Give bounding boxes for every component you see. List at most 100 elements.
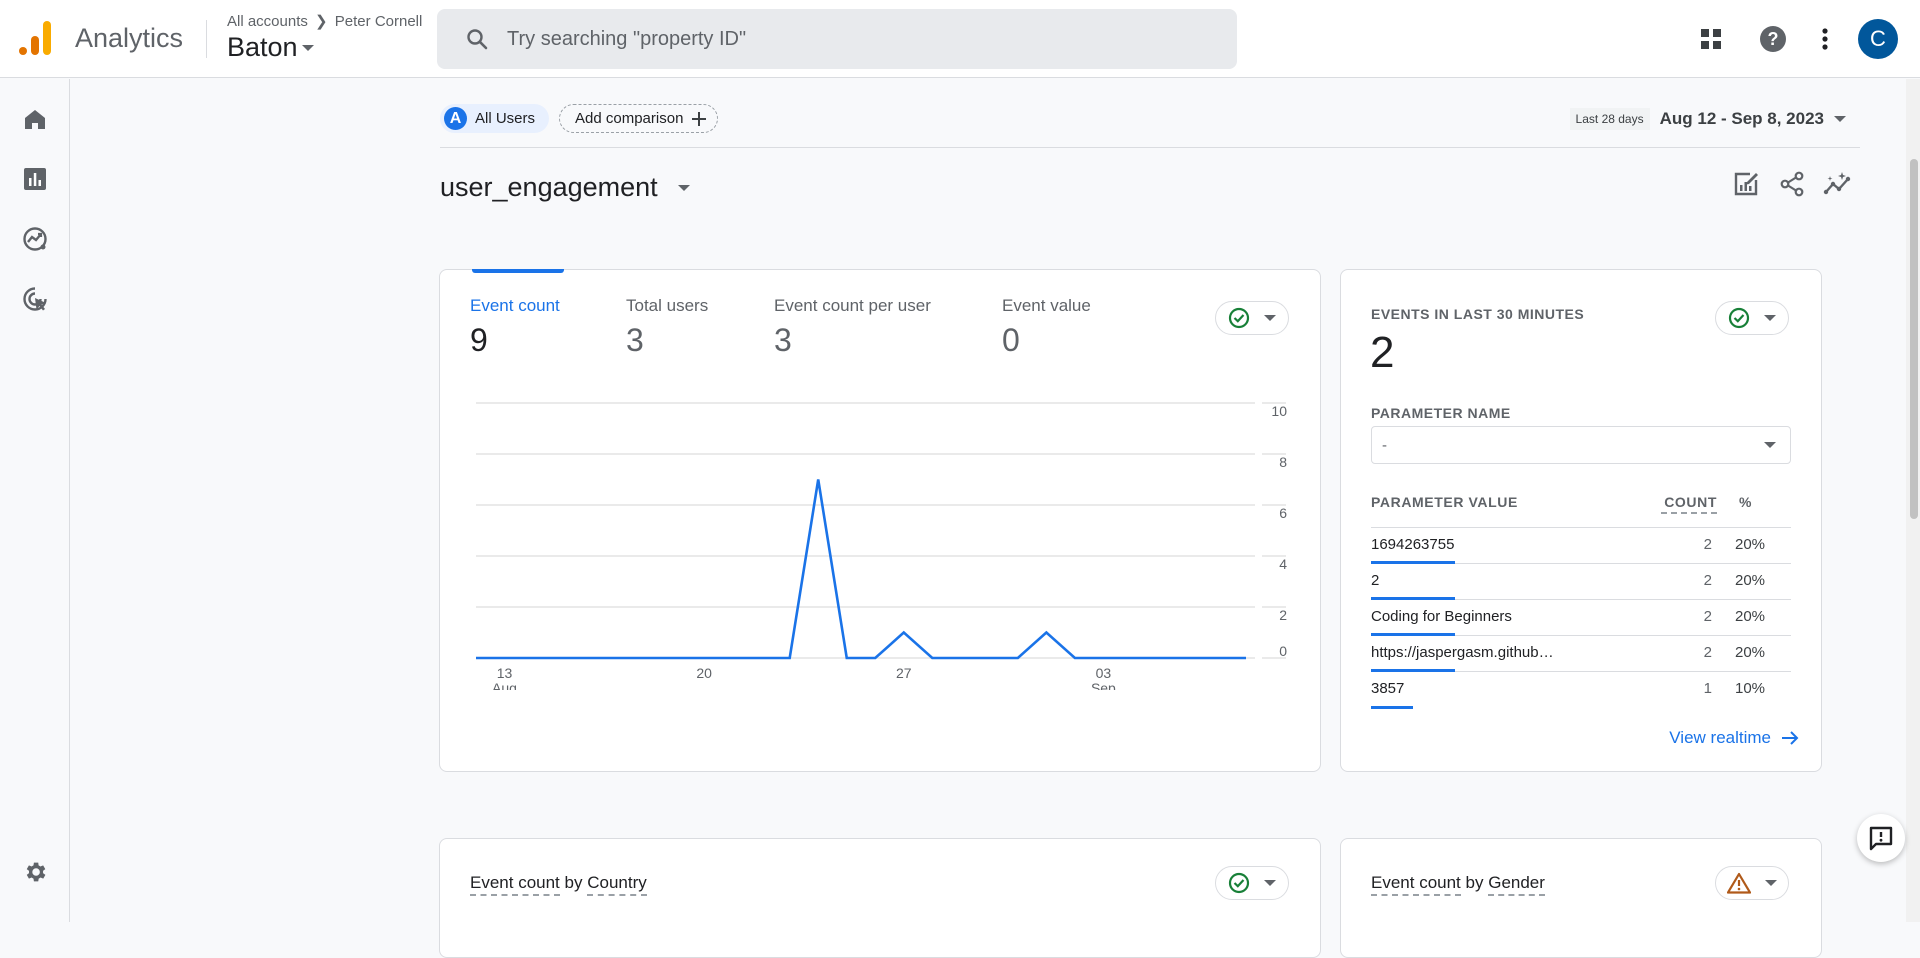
title-metric[interactable]: Event count bbox=[470, 873, 560, 896]
check-circle-icon bbox=[1228, 307, 1250, 329]
metric-value: 9 bbox=[470, 322, 626, 359]
y-tick-label: 6 bbox=[1279, 505, 1287, 521]
property-name: Baton bbox=[227, 32, 298, 63]
x-tick-label: 20 bbox=[696, 665, 712, 681]
nav-advertising[interactable] bbox=[17, 281, 53, 317]
apps-grid-icon[interactable] bbox=[1688, 16, 1734, 62]
metric-tab-total-users[interactable]: Total users 3 bbox=[626, 296, 774, 359]
title-dimension[interactable]: Country bbox=[587, 873, 647, 896]
view-realtime-link[interactable]: View realtime bbox=[1669, 728, 1799, 748]
metric-label: Total users bbox=[626, 296, 774, 316]
count-value: 2 bbox=[1661, 536, 1717, 553]
date-range-value[interactable]: Aug 12 - Sep 8, 2023 bbox=[1660, 109, 1846, 129]
breadcrumb[interactable]: All accounts ❯ Peter Cornell bbox=[227, 12, 422, 30]
gear-icon bbox=[22, 859, 48, 885]
gender-data-quality-menu[interactable] bbox=[1715, 866, 1789, 900]
caret-down-icon bbox=[1264, 880, 1276, 886]
data-quality-menu[interactable] bbox=[1215, 301, 1289, 335]
card-title[interactable]: Event count by Country bbox=[470, 873, 647, 893]
share-icon bbox=[1778, 170, 1806, 198]
percent-value: 20% bbox=[1717, 572, 1791, 589]
percent-value: 20% bbox=[1717, 536, 1791, 553]
segment-label: All Users bbox=[475, 110, 535, 127]
y-tick-label: 0 bbox=[1279, 643, 1287, 659]
count-value: 2 bbox=[1661, 572, 1717, 589]
table-header: PARAMETER VALUE COUNT % bbox=[1371, 494, 1791, 528]
scrollbar-thumb[interactable] bbox=[1910, 159, 1918, 519]
percent-value: 20% bbox=[1717, 644, 1791, 661]
account-avatar[interactable]: C bbox=[1858, 19, 1898, 59]
event-trend-card: Event count 9 Total users 3 Event count … bbox=[439, 269, 1321, 772]
caret-down-icon bbox=[1764, 442, 1776, 448]
breadcrumb-account[interactable]: Peter Cornell bbox=[335, 13, 423, 30]
event-name-selector[interactable]: user_engagement bbox=[440, 172, 690, 203]
app-name: Analytics bbox=[75, 23, 183, 54]
property-selector[interactable]: Baton bbox=[227, 32, 314, 63]
realtime-value: 2 bbox=[1370, 328, 1394, 378]
chevron-right-icon: ❯ bbox=[315, 12, 328, 30]
caret-down-icon bbox=[1264, 315, 1276, 321]
column-header-percent: % bbox=[1717, 494, 1791, 510]
x-tick-label: 03 bbox=[1096, 665, 1112, 681]
parameter-value: 2 bbox=[1371, 572, 1661, 589]
title-dimension[interactable]: Gender bbox=[1488, 873, 1545, 896]
nav-admin-settings[interactable] bbox=[17, 854, 53, 890]
x-tick-label: 13 bbox=[497, 665, 513, 681]
svg-text:?: ? bbox=[1768, 29, 1779, 49]
add-comparison-button[interactable]: Add comparison bbox=[559, 104, 718, 133]
x-tick-sublabel: Aug bbox=[492, 680, 517, 690]
top-actions: ? C bbox=[1688, 0, 1920, 78]
nav-home[interactable] bbox=[17, 101, 53, 137]
page-scrollbar[interactable] bbox=[1906, 79, 1920, 922]
caret-down-icon bbox=[302, 45, 314, 51]
share-button[interactable] bbox=[1776, 168, 1808, 200]
nav-explore[interactable] bbox=[17, 221, 53, 257]
metric-label: Event count bbox=[470, 296, 626, 316]
nav-reports[interactable] bbox=[17, 161, 53, 197]
parameter-value: https://jaspergasm.github… bbox=[1371, 644, 1661, 661]
table-row[interactable]: 2220% bbox=[1371, 564, 1791, 600]
arrow-right-icon bbox=[1781, 729, 1799, 747]
metric-label: Event value bbox=[1002, 296, 1162, 316]
metric-tab-event-count[interactable]: Event count 9 bbox=[470, 296, 626, 359]
analytics-logo-icon[interactable] bbox=[18, 20, 54, 56]
table-row[interactable]: 1694263755220% bbox=[1371, 528, 1791, 564]
event-count-by-country-card: Event count by Country bbox=[439, 838, 1321, 958]
card-title[interactable]: Event count by Gender bbox=[1371, 873, 1545, 893]
date-range-picker[interactable]: Last 28 days Aug 12 - Sep 8, 2023 bbox=[1570, 108, 1846, 130]
date-range-text: Aug 12 - Sep 8, 2023 bbox=[1660, 109, 1824, 129]
table-row[interactable]: Coding for Beginners220% bbox=[1371, 600, 1791, 636]
customize-report-button[interactable] bbox=[1730, 168, 1762, 200]
country-data-quality-menu[interactable] bbox=[1215, 866, 1289, 900]
column-header-count[interactable]: COUNT bbox=[1661, 494, 1717, 514]
y-tick-label: 10 bbox=[1271, 403, 1287, 419]
title-metric[interactable]: Event count bbox=[1371, 873, 1461, 896]
search-input[interactable] bbox=[507, 28, 1207, 51]
table-row[interactable]: 3857110% bbox=[1371, 672, 1791, 708]
caret-down-icon bbox=[678, 185, 690, 191]
metric-tab-event-count-per-user[interactable]: Event count per user 3 bbox=[774, 296, 1002, 359]
report-actions bbox=[1730, 168, 1854, 200]
insights-button[interactable] bbox=[1822, 168, 1854, 200]
divider bbox=[440, 147, 1860, 148]
realtime-data-quality-menu[interactable] bbox=[1715, 301, 1789, 335]
breadcrumb-root[interactable]: All accounts bbox=[227, 13, 308, 30]
caret-down-icon bbox=[1765, 880, 1777, 886]
metric-label: Event count per user bbox=[774, 296, 1002, 316]
event-count-by-gender-card: Event count by Gender bbox=[1340, 838, 1822, 958]
side-navigation bbox=[0, 79, 70, 922]
y-tick-label: 4 bbox=[1279, 556, 1287, 572]
search-bar[interactable] bbox=[437, 9, 1237, 69]
share-bar bbox=[1371, 706, 1413, 709]
help-icon[interactable]: ? bbox=[1750, 16, 1796, 62]
table-row[interactable]: https://jaspergasm.github…220% bbox=[1371, 636, 1791, 672]
parameter-name-select[interactable]: - bbox=[1371, 426, 1791, 464]
metric-tab-event-value[interactable]: Event value 0 bbox=[1002, 296, 1162, 359]
percent-value: 10% bbox=[1717, 680, 1791, 697]
more-vert-icon[interactable] bbox=[1802, 16, 1848, 62]
check-circle-icon bbox=[1228, 872, 1250, 894]
bar-chart-icon bbox=[23, 167, 47, 191]
send-feedback-button[interactable] bbox=[1857, 814, 1905, 862]
segment-chip-all-users[interactable]: A All Users bbox=[440, 104, 549, 133]
metric-value: 0 bbox=[1002, 322, 1162, 359]
